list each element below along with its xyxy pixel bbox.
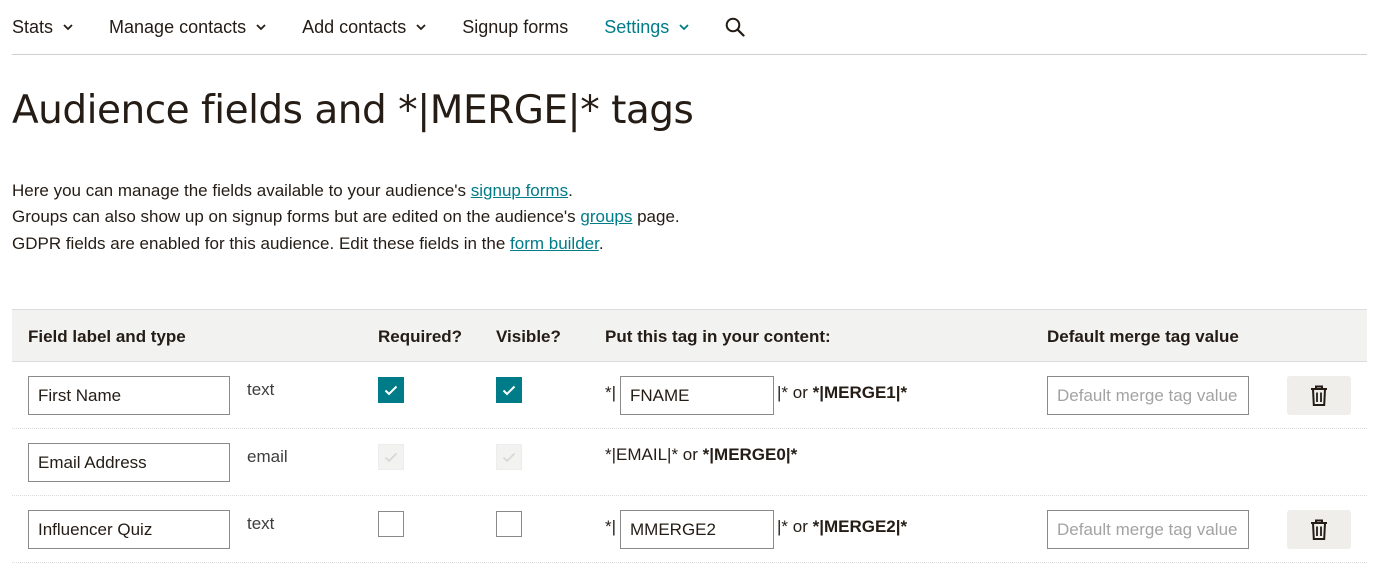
page: Stats Manage contacts Add contacts Signu…	[0, 0, 1379, 573]
page-title: Audience fields and *|MERGE|* tags	[12, 88, 694, 133]
merge-tag-code: *|MERGE0|*	[702, 445, 798, 464]
field-type: email	[247, 447, 288, 466]
tag-suffix: |* or *|MERGE2|*	[777, 517, 907, 537]
chevron-down-icon	[256, 23, 266, 31]
nav-item-settings[interactable]: Settings	[604, 17, 689, 38]
intro-text-segment: GDPR fields are enabled for this audienc…	[12, 233, 511, 253]
chevron-down-icon	[63, 23, 73, 31]
tag-suffix-text: |* or	[777, 383, 813, 402]
tag-suffix: |* or *|MERGE1|*	[777, 383, 907, 403]
search-icon[interactable]	[725, 17, 745, 37]
trash-icon	[1311, 519, 1327, 540]
default-value-input[interactable]	[1047, 376, 1249, 415]
intro-line-1: Here you can manage the fields available…	[12, 178, 712, 204]
header-tag: Put this tag in your content:	[605, 327, 831, 346]
check-icon	[384, 452, 398, 462]
tag-suffix-text: |* or	[777, 517, 813, 536]
check-icon	[384, 385, 398, 395]
required-checkbox[interactable]	[378, 377, 404, 403]
header-default-value: Default merge tag value	[1047, 327, 1239, 346]
nav-item-manage-contacts[interactable]: Manage contacts	[109, 17, 266, 38]
merge-tag-code: *|MERGE1|*	[812, 383, 908, 402]
nav-label: Manage contacts	[109, 16, 247, 37]
nav-label: Settings	[604, 16, 670, 37]
field-type: text	[247, 380, 275, 399]
merge-tag-text: *|EMAIL|* or	[605, 445, 703, 464]
tag-prefix: *|	[605, 517, 617, 536]
header-visible: Visible?	[496, 327, 561, 346]
merge-tag-code: *|MERGE2|*	[812, 517, 908, 536]
field-label-input[interactable]	[28, 510, 230, 549]
fields-table-header: Field label and type Required? Visible? …	[12, 309, 1367, 362]
merge-tag-input[interactable]	[620, 376, 774, 415]
intro-text-segment: page.	[632, 207, 680, 227]
field-label-input[interactable]	[28, 443, 230, 482]
intro-text-segment: .	[598, 233, 604, 253]
tag-prefix: *|	[605, 383, 617, 402]
delete-field-button[interactable]	[1287, 376, 1351, 415]
nav-item-add-contacts[interactable]: Add contacts	[302, 17, 426, 38]
signup-forms-link[interactable]: signup forms	[471, 181, 568, 200]
groups-link[interactable]: groups	[580, 207, 632, 226]
check-icon	[502, 385, 516, 395]
header-label-type: Field label and type	[28, 327, 186, 346]
intro-text: Here you can manage the fields available…	[12, 178, 712, 257]
nav-label: Signup forms	[462, 16, 569, 37]
merge-tag-input[interactable]	[620, 510, 774, 549]
form-builder-link[interactable]: form builder	[510, 234, 599, 253]
intro-text-segment: Here you can manage the fields available…	[12, 181, 471, 200]
chevron-down-icon	[679, 23, 689, 31]
nav-label: Add contacts	[302, 16, 407, 37]
delete-field-button[interactable]	[1287, 510, 1351, 549]
visible-checkbox[interactable]	[496, 511, 522, 537]
nav-item-signup-forms[interactable]: Signup forms	[462, 17, 568, 38]
intro-text-segment: .	[568, 181, 573, 200]
intro-line-2: Groups can also show up on signup forms …	[12, 204, 712, 230]
intro-text-segment: Groups can also show up on signup forms …	[12, 207, 581, 227]
required-checkbox[interactable]	[378, 511, 404, 537]
check-icon	[502, 452, 516, 462]
table-row: text *| |* or *|MERGE2|*	[12, 496, 1367, 563]
field-type: text	[247, 514, 275, 533]
merge-tag-readonly: *|EMAIL|* or *|MERGE0|*	[605, 445, 797, 465]
default-value-input[interactable]	[1047, 510, 1249, 549]
visible-checkbox[interactable]	[496, 377, 522, 403]
chevron-down-icon	[416, 23, 426, 31]
header-required: Required?	[378, 327, 463, 346]
visible-checkbox-disabled	[496, 444, 522, 470]
field-label-input[interactable]	[28, 376, 230, 415]
required-checkbox-disabled	[378, 444, 404, 470]
table-row: email *|EMAIL|* or *|MERGE0|*	[12, 429, 1367, 496]
nav-label: Stats	[12, 16, 54, 37]
top-nav: Stats Manage contacts Add contacts Signu…	[12, 0, 1367, 55]
intro-line-3: GDPR fields are enabled for this audienc…	[12, 231, 712, 257]
trash-icon	[1311, 385, 1327, 406]
table-row: text *| |* or *|MERGE1|*	[12, 362, 1367, 429]
nav-item-stats[interactable]: Stats	[12, 17, 73, 38]
